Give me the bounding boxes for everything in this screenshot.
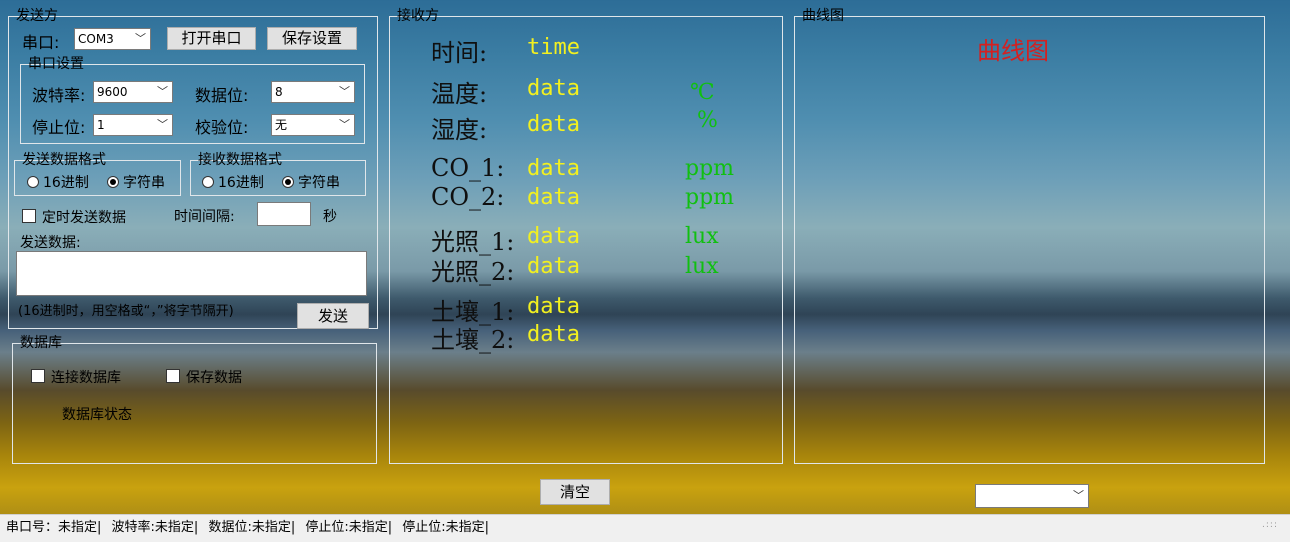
seconds-label: 秒 [323, 209, 337, 225]
checkbox-icon [166, 369, 180, 383]
receiver-group-title: 接收方 [397, 8, 439, 24]
chevron-down-icon: ﹀ [339, 118, 350, 131]
send-format-string-radio[interactable]: 字符串 [107, 172, 165, 192]
status-port: 串口号：未指定| [6, 520, 102, 535]
port-select[interactable]: COM3 ﹀ [74, 28, 151, 50]
interval-label: 时间间隔: [174, 209, 235, 225]
chevron-down-icon: ﹀ [1073, 489, 1084, 502]
rx-unit-humidity: % [697, 108, 718, 133]
database-group-title: 数据库 [20, 335, 62, 351]
checkbox-icon [22, 209, 36, 223]
chart-title: 曲线图 [977, 37, 1049, 65]
send-data-label: 发送数据: [20, 235, 81, 251]
interval-input[interactable] [257, 202, 311, 226]
chart-group: 曲线图 [794, 8, 1265, 464]
recv-format-title: 接收数据格式 [198, 152, 282, 168]
connect-database-checkbox[interactable]: 连接数据库 [31, 367, 121, 387]
rx-label-humidity: 湿度: [431, 116, 488, 144]
database-status-label: 数据库状态 [62, 407, 132, 423]
send-data-textarea[interactable] [16, 251, 367, 296]
send-hint: (16进制时，用空格或“，”将字节隔开) [18, 304, 234, 319]
parity-label: 校验位: [195, 118, 249, 137]
recv-format-hex-label: 16进制 [218, 175, 264, 191]
send-format-hex-label: 16进制 [43, 175, 89, 191]
rx-value-soil2: data [527, 322, 580, 347]
chart-select[interactable]: ﹀ [975, 484, 1089, 508]
sender-group-title: 发送方 [16, 8, 58, 24]
status-baud: 波特率:未指定| [111, 520, 199, 535]
send-format-title: 发送数据格式 [22, 152, 106, 168]
status-stop-bits: 停止位:未指定| [305, 520, 393, 535]
rx-label-co1: CO_1: [431, 154, 505, 182]
rx-unit-temperature: ℃ [690, 80, 715, 105]
rx-label-light2: 光照_2: [431, 258, 515, 286]
rx-value-light2: data [527, 254, 580, 279]
recv-format-hex-radio[interactable]: 16进制 [202, 172, 264, 192]
baud-select-value: 9600 [97, 85, 128, 99]
send-format-hex-radio[interactable]: 16进制 [27, 172, 89, 192]
baud-label: 波特率: [32, 86, 86, 105]
stop-bits-select[interactable]: 1 ﹀ [93, 114, 173, 136]
timed-send-checkbox[interactable]: 定时发送数据 [22, 207, 126, 227]
radio-selected-icon [107, 176, 119, 188]
rx-unit-light1: lux [685, 224, 719, 249]
recv-format-string-radio[interactable]: 字符串 [282, 172, 340, 192]
rx-unit-co2: ppm [685, 185, 735, 210]
send-button[interactable]: 发送 [297, 303, 369, 329]
radio-icon [27, 176, 39, 188]
chart-group-title: 曲线图 [802, 8, 844, 24]
checkbox-icon [31, 369, 45, 383]
rx-label-temperature: 温度: [431, 80, 488, 108]
parity-select[interactable]: 无 ﹀ [271, 114, 355, 136]
baud-select[interactable]: 9600 ﹀ [93, 81, 173, 103]
parity-select-value: 无 [275, 118, 288, 132]
data-bits-select-value: 8 [275, 85, 283, 99]
send-format-string-label: 字符串 [123, 175, 165, 191]
connect-database-label: 连接数据库 [51, 370, 121, 386]
timed-send-label: 定时发送数据 [42, 210, 126, 226]
clear-button[interactable]: 清空 [540, 479, 610, 505]
data-bits-select[interactable]: 8 ﹀ [271, 81, 355, 103]
stop-bits-select-value: 1 [97, 118, 105, 132]
status-data-bits: 数据位:未指定| [208, 520, 296, 535]
chevron-down-icon: ﹀ [157, 118, 168, 131]
port-label: 串口: [22, 33, 60, 52]
save-settings-button[interactable]: 保存设置 [267, 27, 357, 50]
stop-bits-label: 停止位: [32, 118, 86, 137]
port-settings-title: 串口设置 [28, 56, 84, 72]
save-data-checkbox[interactable]: 保存数据 [166, 367, 242, 387]
rx-value-light1: data [527, 224, 580, 249]
chevron-down-icon: ﹀ [157, 85, 168, 98]
rx-label-soil2: 土壤_2: [431, 326, 515, 354]
resize-grip-icon[interactable]: .::: [1262, 512, 1278, 538]
rx-unit-co1: ppm [685, 156, 735, 181]
chevron-down-icon: ﹀ [135, 32, 146, 45]
rx-value-co1: data [527, 156, 580, 181]
rx-label-co2: CO_2: [431, 183, 505, 211]
data-bits-label: 数据位: [195, 86, 249, 105]
radio-selected-icon [282, 176, 294, 188]
rx-value-co2: data [527, 185, 580, 210]
status-stop-bits-2: 停止位:未指定| [402, 520, 490, 535]
rx-value-temperature: data [527, 76, 580, 101]
radio-icon [202, 176, 214, 188]
chevron-down-icon: ﹀ [339, 85, 350, 98]
status-bar: 串口号：未指定| 波特率:未指定| 数据位:未指定| 停止位:未指定| 停止位:… [0, 514, 1290, 542]
main-window: 发送方 串口: COM3 ﹀ 打开串口 保存设置 串口设置 波特率: 9600 … [0, 0, 1290, 542]
recv-format-string-label: 字符串 [298, 175, 340, 191]
rx-label-time: 时间: [431, 39, 488, 67]
rx-value-time: time [527, 35, 580, 60]
port-select-value: COM3 [78, 32, 114, 46]
open-port-button[interactable]: 打开串口 [167, 27, 256, 50]
rx-unit-light2: lux [685, 254, 719, 279]
save-data-label: 保存数据 [186, 370, 242, 386]
rx-value-soil1: data [527, 294, 580, 319]
rx-value-humidity: data [527, 112, 580, 137]
